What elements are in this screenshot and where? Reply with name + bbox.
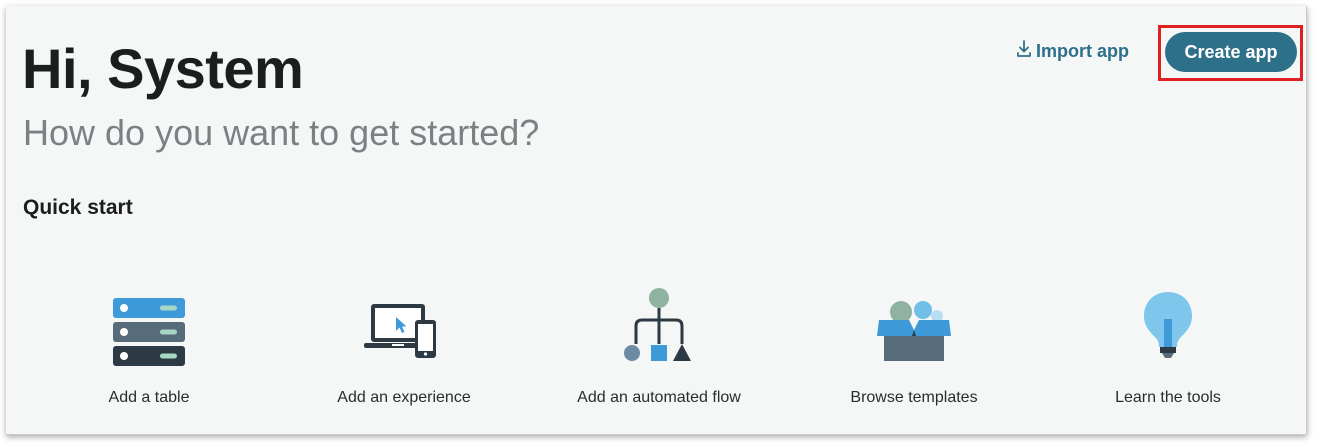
tile-label: Add an experience [337, 389, 471, 406]
download-icon [1016, 40, 1032, 63]
templates-box-icon [869, 286, 959, 376]
tile-label: Learn the tools [1115, 389, 1221, 406]
lightbulb-icon [1123, 286, 1213, 376]
quick-start-browse-templates[interactable]: Browse templates [789, 276, 1039, 426]
home-panel: Hi, System How do you want to get starte… [6, 6, 1307, 435]
database-icon [104, 286, 194, 376]
devices-icon [359, 286, 449, 376]
quick-start-heading: Quick start [23, 196, 133, 219]
quick-start-learn-tools[interactable]: Learn the tools [1043, 276, 1293, 426]
flow-icon [614, 286, 704, 376]
tile-label: Browse templates [850, 389, 978, 406]
import-app-button[interactable]: Import app [1016, 40, 1129, 63]
page-subtitle: How do you want to get started? [23, 112, 540, 153]
import-app-label: Import app [1036, 41, 1129, 61]
quick-start-add-table[interactable]: Add a table [24, 276, 274, 426]
tile-label: Add a table [108, 389, 190, 406]
tile-label: Add an automated flow [577, 389, 741, 406]
quick-start-add-automated-flow[interactable]: Add an automated flow [534, 276, 784, 426]
page-title: Hi, System [22, 37, 304, 100]
create-app-button[interactable]: Create app [1165, 32, 1297, 72]
quick-start-add-experience[interactable]: Add an experience [279, 276, 529, 426]
